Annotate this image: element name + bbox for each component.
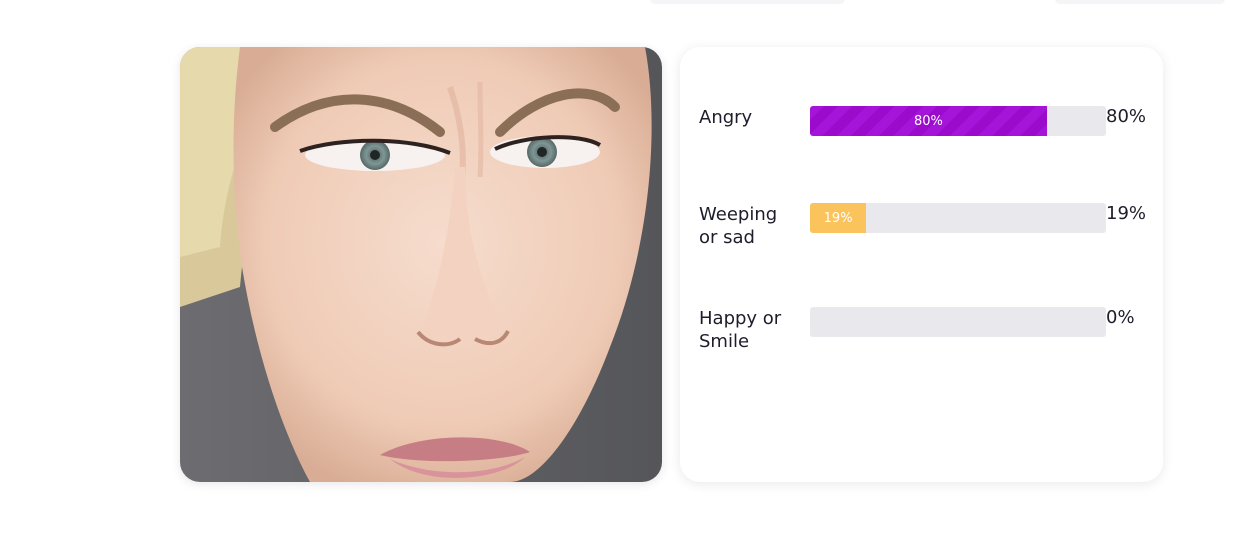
- emotion-bar-track: 19%: [810, 203, 1106, 233]
- emotion-analysis-page: Angry 80% 80% Weeping or sad 19% 19% Hap…: [0, 0, 1252, 537]
- emotion-bar-fill: 80%: [810, 106, 1047, 136]
- top-nav-pill[interactable]: [650, 0, 845, 4]
- emotion-label: Weeping or sad: [699, 204, 778, 248]
- emotion-bar-track: [810, 307, 1106, 337]
- face-photo-image: [180, 47, 662, 482]
- emotion-percent: 0%: [1106, 307, 1135, 328]
- top-nav-pill[interactable]: [1055, 0, 1225, 4]
- emotion-percent: 80%: [1106, 106, 1147, 127]
- emotion-label: Angry: [699, 107, 753, 128]
- emotion-bar-fill: 19%: [810, 203, 867, 233]
- emotion-results-card: Angry 80% 80% Weeping or sad 19% 19% Hap…: [680, 47, 1163, 482]
- emotion-percent: 19%: [1106, 203, 1147, 224]
- emotion-bar-track: 80%: [810, 106, 1106, 136]
- emotion-label: Happy or Smile: [699, 308, 782, 352]
- face-photo: [180, 47, 662, 482]
